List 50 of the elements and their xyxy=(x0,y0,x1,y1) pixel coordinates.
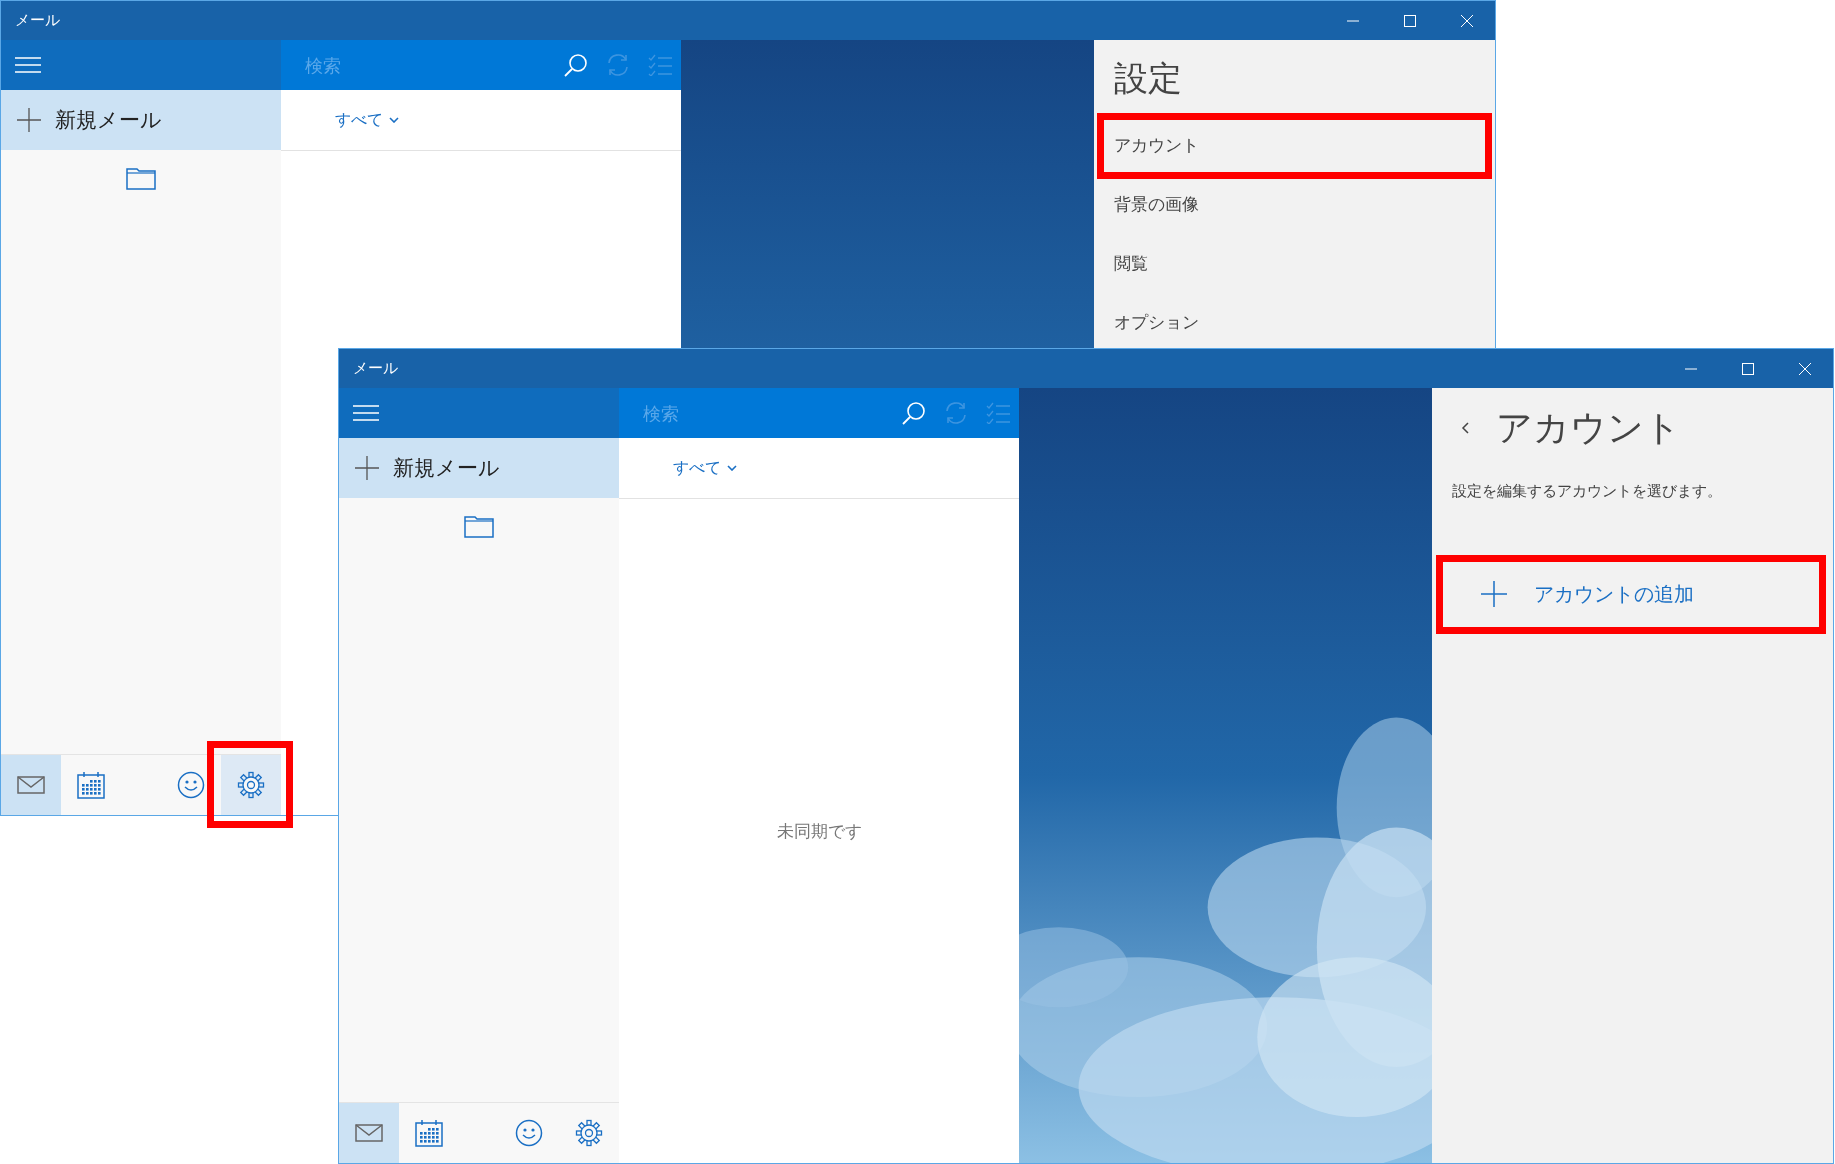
search-icon xyxy=(564,53,588,77)
smiley-icon xyxy=(177,771,205,799)
folder-icon[interactable] xyxy=(126,166,156,190)
search-field[interactable]: 検索 xyxy=(619,388,893,438)
settings-icon xyxy=(575,1119,603,1147)
panel-title: 設定 xyxy=(1113,57,1183,100)
search-field[interactable]: 検索 xyxy=(281,40,555,90)
new-mail-button[interactable]: 新規メール xyxy=(1,90,281,150)
menu-icon xyxy=(15,57,41,73)
plus-icon xyxy=(355,456,379,480)
settings-nav-button[interactable] xyxy=(221,755,281,815)
mail-icon xyxy=(355,1124,383,1142)
smiley-icon xyxy=(515,1119,543,1147)
sync-icon xyxy=(944,401,968,425)
settings-icon xyxy=(237,771,265,799)
maximize-icon xyxy=(1403,14,1416,27)
add-account-button[interactable]: アカウントの追加 xyxy=(1432,563,1833,625)
new-mail-button[interactable]: 新規メール xyxy=(339,438,619,498)
back-icon xyxy=(1460,419,1470,436)
description-text: 設定を編集するアカウントを選びます。 xyxy=(1451,481,1723,501)
checklist-icon xyxy=(648,54,672,76)
window-title: メール xyxy=(14,11,61,30)
settings-item[interactable]: 背景の画像 xyxy=(1094,175,1495,234)
folder-icon[interactable] xyxy=(464,514,494,538)
checklist-icon xyxy=(986,402,1010,424)
settings-item[interactable]: オプション xyxy=(1094,293,1495,352)
settings-item[interactable]: アカウント xyxy=(1094,116,1495,175)
filter-dropdown[interactable]: すべて xyxy=(673,457,737,479)
menu-button[interactable] xyxy=(353,405,379,421)
caret-icon xyxy=(389,117,399,123)
panel-title: アカウント xyxy=(1496,405,1681,450)
filter-dropdown[interactable]: すべて xyxy=(335,109,399,131)
settings-item[interactable]: 閲覧 xyxy=(1094,234,1495,293)
plus-icon xyxy=(17,108,41,132)
search-icon xyxy=(902,401,926,425)
close-icon xyxy=(1798,362,1811,375)
plus-icon xyxy=(1480,580,1508,608)
menu-icon xyxy=(353,405,379,421)
status-text: 未同期です xyxy=(776,819,862,843)
sync-icon xyxy=(606,53,630,77)
mail-nav-button[interactable] xyxy=(339,1103,399,1163)
calendar-icon xyxy=(415,1119,443,1147)
maximize-icon xyxy=(1741,362,1754,375)
caret-icon xyxy=(727,465,737,471)
calendar-icon xyxy=(77,771,105,799)
close-icon xyxy=(1460,14,1473,27)
mail-icon xyxy=(17,776,45,794)
window-title: メール xyxy=(352,359,399,378)
mail-nav-button[interactable] xyxy=(1,755,61,815)
menu-button[interactable] xyxy=(15,57,41,73)
